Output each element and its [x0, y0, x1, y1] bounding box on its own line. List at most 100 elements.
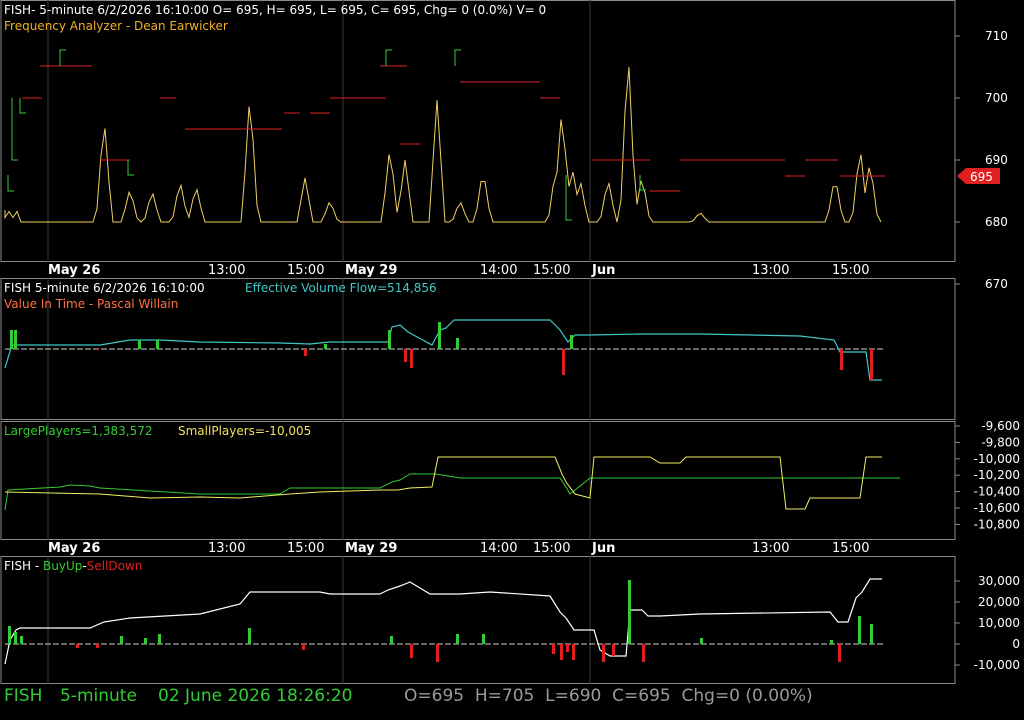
status-ohlc: O=695 H=705 L=690 C=695 Chg=0 (0.00%): [404, 686, 813, 706]
volume-bar: [304, 349, 307, 356]
panel-border: [0, 421, 956, 540]
volume-bar: [96, 349, 99, 350]
buyup-selldown-bar: [410, 644, 413, 658]
time-axis-label: 15:00: [832, 263, 869, 278]
last-price-badge: 695: [957, 168, 1000, 184]
volume-bar: [438, 322, 441, 349]
status-interval: 5-minute: [60, 686, 137, 706]
price-axis-label: 690: [985, 153, 1008, 167]
buyup-selldown-bar: [552, 644, 555, 654]
panel1-indicator-name: Frequency Analyzer - Dean Earwicker: [4, 19, 228, 33]
buyup-selldown-bar: [858, 616, 861, 644]
time-axis-label: May 29: [345, 263, 397, 278]
buyup-selldown-bar: [700, 638, 703, 644]
panel1-header: FISH- 5-minute 6/2/2026 16:10:00 O= 695,…: [4, 3, 546, 17]
volume-bar: [570, 335, 573, 349]
panel4-symbol: FISH -: [4, 559, 43, 573]
time-axis-label: 15:00: [832, 541, 869, 556]
price-axis-label: 710: [985, 29, 1008, 43]
last-price-value: 695: [970, 170, 993, 184]
frequency-step: [19, 98, 26, 114]
buyup-selldown-line: [4, 578, 882, 665]
buyup-selldown-panel[interactable]: 30,000 20,000 10,000 0 -10,000 FISH - BuyUp-…: [4, 559, 1020, 672]
price-axis-label: 670: [985, 277, 1008, 291]
players-axis-label: -10,200: [974, 468, 1020, 482]
buyup-selldown-bar: [830, 640, 833, 644]
volume-bar: [562, 349, 565, 375]
time-axis-label: May 26: [48, 541, 100, 556]
value-in-time-panel[interactable]: FISH 5-minute 6/2/2026 16:10:00 Effectiv…: [4, 281, 885, 381]
time-axis-label: May 26: [48, 263, 100, 278]
frequency-analyzer-series: [4, 49, 885, 223]
volume-bar: [10, 330, 13, 349]
buyup-label: BuyUp: [43, 559, 82, 573]
buyup-selldown-bar: [628, 580, 631, 644]
buyup-selldown-bar: [144, 638, 147, 644]
time-axis-label: 15:00: [533, 263, 570, 278]
frequency-step: [7, 175, 14, 192]
panel2-header: FISH 5-minute 6/2/2026 16:10:00: [4, 281, 205, 295]
time-axis-bottom: May 26 13:00 15:00 May 29 14:00 15:00 Jun 13:00…: [48, 541, 869, 556]
time-axis-label: 14:00: [480, 263, 517, 278]
time-axis-label: Jun: [591, 263, 615, 278]
time-axis-label: 13:00: [752, 263, 789, 278]
time-axis-top: May 26 13:00 15:00 May 29 14:00 15:00 Jun 13:00…: [48, 263, 869, 278]
buyup-selldown-bar: [302, 644, 305, 650]
panel4-header: FISH - BuyUp-SellDown: [4, 559, 142, 573]
players-axis-label: -10,800: [974, 517, 1020, 531]
time-axis-label: 15:00: [287, 541, 324, 556]
volume-bar: [138, 340, 141, 349]
buyup-selldown-bar: [120, 636, 123, 644]
frequency-step: [454, 49, 461, 66]
buyup-selldown-bar: [642, 644, 645, 662]
buyup-selldown-bar: [456, 634, 459, 644]
buyup-selldown-bar: [572, 644, 575, 660]
buyup-selldown-bar: [566, 644, 569, 652]
frequency-step: [59, 49, 66, 66]
volume-bar: [14, 330, 17, 349]
price-axis-label: 700: [985, 91, 1008, 105]
price-panel[interactable]: 740730720710700690680670 FISH- 5-minute …: [4, 0, 1008, 291]
buyup-selldown-bar: [76, 644, 79, 648]
time-axis-label: 13:00: [208, 263, 245, 278]
players-axis-label: -10,600: [974, 501, 1020, 515]
time-axis-label: Jun: [591, 541, 615, 556]
volume-bar: [840, 349, 843, 370]
players-axis-label: -9,600: [981, 419, 1020, 433]
status-symbol: FISH: [4, 686, 43, 706]
time-axis-label: 14:00: [480, 541, 517, 556]
value-in-time-series: [4, 319, 885, 381]
buyup-axis-label: 10,000: [978, 616, 1020, 630]
frequency-step: [385, 49, 392, 66]
players-axis-label: -9,800: [981, 435, 1020, 449]
time-axis-label: 13:00: [752, 541, 789, 556]
price-axis-label: 680: [985, 215, 1008, 229]
volume-bar: [870, 349, 873, 380]
volume-bar: [404, 349, 407, 362]
buyup-axis-label: 20,000: [978, 595, 1020, 609]
buyup-selldown-bar: [560, 644, 563, 660]
frequency-step: [11, 98, 18, 161]
buyup-selldown-bar: [838, 644, 841, 662]
players-axis: -9,600 -9,800 -10,000 -10,200 -10,400 -10,600…: [955, 419, 1020, 531]
panel-border: [0, 556, 956, 684]
time-axis-label: 13:00: [208, 541, 245, 556]
status-datetime: 02 June 2026 18:26:20: [158, 686, 353, 706]
buyup-selldown-bar: [8, 626, 11, 644]
buyup-selldown-bar: [612, 644, 615, 656]
volume-bar: [456, 338, 459, 349]
large-players-line: [4, 473, 900, 511]
small-players-label: SmallPlayers=-10,005: [178, 424, 311, 438]
price-axis: 740730720710700690680670: [955, 29, 1008, 291]
buyup-selldown-series: [4, 578, 885, 665]
buyup-selldown-bar: [870, 624, 873, 644]
selldown-label: SellDown: [87, 559, 143, 573]
players-series: [4, 456, 900, 511]
frequency-step: [127, 160, 134, 176]
players-panel[interactable]: -9,600 -9,800 -10,000 -10,200 -10,400 -10,600…: [4, 419, 1020, 531]
buyup-axis-label: -10,000: [974, 658, 1020, 672]
players-axis-label: -10,400: [974, 485, 1020, 499]
buyup-axis-label: 30,000: [978, 574, 1020, 588]
buyup-axis: 30,000 20,000 10,000 0 -10,000: [955, 574, 1020, 672]
chart-canvas[interactable]: 740730720710700690680670 FISH- 5-minute …: [0, 0, 1024, 720]
